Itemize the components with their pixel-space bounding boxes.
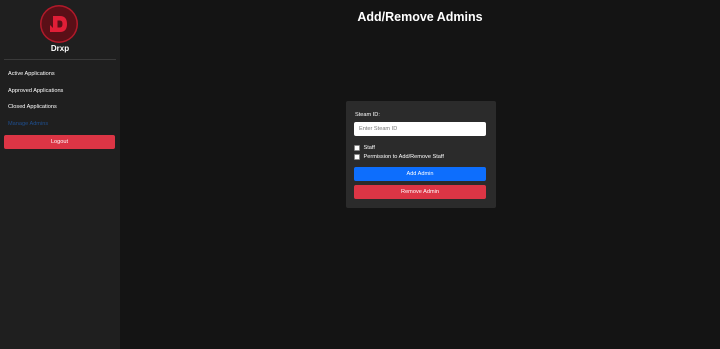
- sidebar-item-active-applications[interactable]: Active Applications: [0, 68, 120, 85]
- sidebar-item-closed-applications[interactable]: Closed Applications: [0, 101, 120, 118]
- brand-name: Drxp: [50, 44, 70, 53]
- steam-id-label: Steam ID:: [355, 112, 380, 118]
- page-title: Add/Remove Admins: [357, 10, 483, 24]
- remove-admin-button[interactable]: Remove Admin: [354, 185, 486, 199]
- drxp-logo-icon: [40, 5, 78, 43]
- sidebar: Drxp Active Applications Approved Applic…: [0, 0, 120, 349]
- staff-checkbox-label: Staff: [363, 145, 375, 151]
- logo-glyph: [50, 16, 67, 32]
- add-admin-button[interactable]: Add Admin: [354, 167, 486, 181]
- permission-checkbox[interactable]: [354, 154, 360, 160]
- sidebar-item-approved-applications[interactable]: Approved Applications: [0, 85, 120, 102]
- sidebar-item-manage-admins[interactable]: Manage Admins: [0, 118, 120, 135]
- permission-checkbox-label: Permission to Add/Remove Staff: [363, 154, 444, 160]
- sidebar-nav: Active Applications Approved Application…: [0, 68, 120, 134]
- app-window: Drxp Active Applications Approved Applic…: [0, 0, 720, 349]
- sidebar-divider: [4, 59, 116, 60]
- staff-checkbox[interactable]: [354, 145, 360, 151]
- staff-option: Staff: [354, 144, 375, 152]
- admin-form-card: Steam ID: Staff Permission to Add/Remove…: [346, 101, 496, 208]
- steam-id-input[interactable]: [354, 122, 486, 136]
- permission-option: Permission to Add/Remove Staff: [354, 153, 444, 161]
- logout-button[interactable]: Logout: [4, 135, 115, 149]
- main-content: Add/Remove Admins Steam ID: Staff Permis…: [120, 0, 720, 349]
